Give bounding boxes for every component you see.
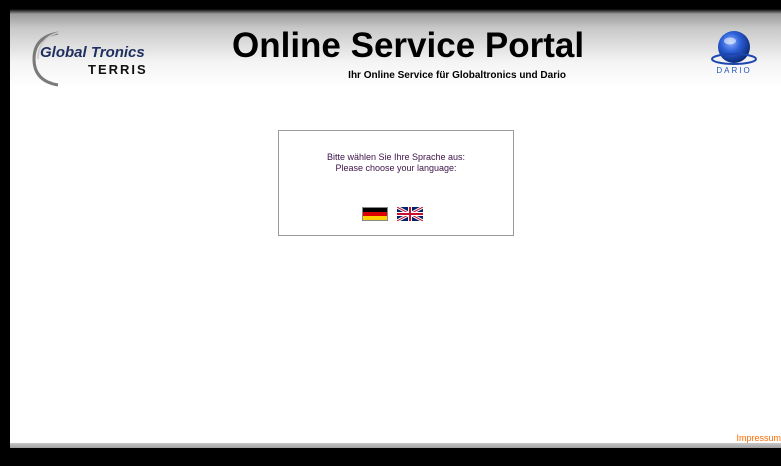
impressum-link[interactable]: Impressum — [710, 433, 781, 443]
terris-text: TERRIS — [88, 62, 148, 77]
german-flag-icon[interactable] — [362, 207, 388, 221]
language-selection-box: Bitte wählen Sie Ihre Sprache aus: Pleas… — [278, 130, 514, 236]
uk-flag-icon[interactable] — [397, 207, 423, 221]
language-prompt-german: Bitte wählen Sie Ihre Sprache aus: — [326, 152, 466, 162]
dario-logo-text: DARIO — [716, 66, 752, 75]
language-prompt: Bitte wählen Sie Ihre Sprache aus: Pleas… — [279, 152, 513, 174]
page-header: Global Tronics TERRIS Online Service Por… — [10, 0, 781, 95]
global-tronics-text: Global Tronics — [40, 44, 145, 61]
bottom-border — [10, 448, 781, 466]
global-tronics-terris-logo: Global Tronics TERRIS — [32, 30, 148, 87]
page-title: Online Service Portal — [232, 26, 585, 65]
page-frame: Global Tronics TERRIS Online Service Por… — [10, 0, 781, 466]
page-subtitle: Ihr Online Service für Globaltronics und… — [348, 70, 566, 81]
language-prompt-english: Please choose your language: — [335, 163, 457, 173]
